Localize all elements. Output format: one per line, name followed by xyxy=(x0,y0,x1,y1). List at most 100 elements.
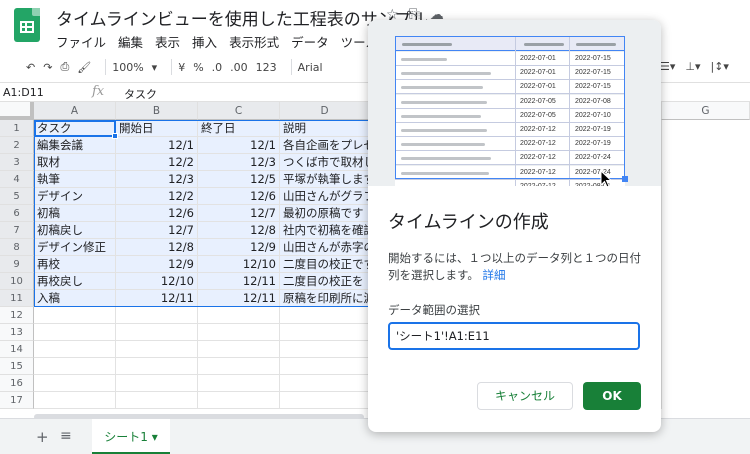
cell[interactable]: 山田さんが赤字の xyxy=(280,239,370,256)
cell[interactable] xyxy=(198,375,280,392)
cell[interactable] xyxy=(280,392,370,409)
menu-edit[interactable]: 編集 xyxy=(118,32,143,51)
cell[interactable]: デザイン修正 xyxy=(34,239,116,256)
row-header[interactable]: 7 xyxy=(0,222,34,239)
select-all-corner[interactable] xyxy=(0,102,34,120)
decrease-decimal-button[interactable]: .0 xyxy=(212,61,223,74)
cell[interactable]: 開始日 xyxy=(116,120,198,137)
cell[interactable] xyxy=(280,307,370,324)
currency-button[interactable]: ¥ xyxy=(178,61,185,74)
paint-format-icon[interactable]: 🖌 xyxy=(77,61,91,74)
cell[interactable]: 社内で初稿を確認 xyxy=(280,222,370,239)
cell[interactable] xyxy=(34,375,116,392)
ok-button[interactable]: OK xyxy=(583,382,641,410)
align-left-icon[interactable]: ☰▾ xyxy=(660,60,675,73)
cell[interactable]: 取材 xyxy=(34,154,116,171)
cell[interactable] xyxy=(280,375,370,392)
cell[interactable]: 12/3 xyxy=(198,154,280,171)
print-icon[interactable]: ⎙ xyxy=(60,60,69,74)
column-header-d[interactable]: D xyxy=(280,102,370,120)
cell[interactable]: 終了日 xyxy=(198,120,280,137)
cell[interactable]: 最初の原稿です xyxy=(280,205,370,222)
cell[interactable] xyxy=(116,324,198,341)
row-header[interactable]: 8 xyxy=(0,239,34,256)
more-formats-button[interactable]: 123 xyxy=(256,61,277,74)
row-header[interactable]: 16 xyxy=(0,375,34,392)
cell[interactable]: 説明 xyxy=(280,120,370,137)
cell[interactable]: 12/10 xyxy=(116,273,198,290)
sheets-logo-icon[interactable] xyxy=(14,8,40,42)
cell[interactable] xyxy=(198,392,280,409)
redo-icon[interactable]: ↷ xyxy=(43,61,52,74)
menu-insert[interactable]: 挿入 xyxy=(192,32,217,51)
cell[interactable]: デザイン xyxy=(34,188,116,205)
cell[interactable]: 12/8 xyxy=(116,239,198,256)
sheet-tab[interactable]: シート1 ▾ xyxy=(92,419,170,454)
cell[interactable] xyxy=(198,341,280,358)
cell[interactable] xyxy=(198,358,280,375)
cell[interactable] xyxy=(280,358,370,375)
row-header[interactable]: 17 xyxy=(0,392,34,409)
cell[interactable]: 12/7 xyxy=(116,222,198,239)
cell[interactable]: 12/1 xyxy=(198,137,280,154)
cell[interactable]: 編集会議 xyxy=(34,137,116,154)
row-header[interactable]: 11 xyxy=(0,290,34,307)
column-header-b[interactable]: B xyxy=(116,102,198,120)
font-select[interactable]: Arial xyxy=(298,61,323,74)
cell[interactable] xyxy=(34,324,116,341)
details-link[interactable]: 詳細 xyxy=(483,268,506,282)
cell[interactable] xyxy=(34,392,116,409)
row-header[interactable]: 15 xyxy=(0,358,34,375)
cell[interactable]: 二度目の校正です xyxy=(280,256,370,273)
add-sheet-icon[interactable]: + xyxy=(36,428,49,446)
row-header[interactable]: 2 xyxy=(0,137,34,154)
vertical-align-icon[interactable]: ⊥▾ xyxy=(685,60,700,73)
menu-format[interactable]: 表示形式 xyxy=(229,32,279,51)
row-header[interactable]: 12 xyxy=(0,307,34,324)
cell[interactable]: 12/11 xyxy=(116,290,198,307)
menu-view[interactable]: 表示 xyxy=(155,32,180,51)
cell[interactable] xyxy=(34,341,116,358)
column-header-a[interactable]: A xyxy=(34,102,116,120)
row-header[interactable]: 14 xyxy=(0,341,34,358)
cell[interactable]: 12/6 xyxy=(198,188,280,205)
cell[interactable] xyxy=(116,375,198,392)
formula-input[interactable]: タスク xyxy=(124,86,157,102)
cell[interactable] xyxy=(34,307,116,324)
fill-handle[interactable] xyxy=(112,133,118,139)
row-header[interactable]: 5 xyxy=(0,188,34,205)
cell[interactable]: つくば市で取材し xyxy=(280,154,370,171)
increase-decimal-button[interactable]: .00 xyxy=(230,61,248,74)
cell[interactable] xyxy=(280,341,370,358)
cell[interactable]: 執筆 xyxy=(34,171,116,188)
cell[interactable]: 12/6 xyxy=(116,205,198,222)
cell[interactable]: 山田さんがグラフ xyxy=(280,188,370,205)
cell[interactable]: タスク xyxy=(34,120,116,137)
cell[interactable] xyxy=(116,392,198,409)
cell[interactable] xyxy=(280,324,370,341)
zoom-select[interactable]: 100% xyxy=(112,61,143,74)
cell[interactable] xyxy=(198,307,280,324)
cell[interactable] xyxy=(116,307,198,324)
cell[interactable]: 12/3 xyxy=(116,171,198,188)
cell[interactable]: 12/10 xyxy=(198,256,280,273)
data-range-input[interactable]: 'シート1'!A1:E11 xyxy=(388,322,640,350)
cell[interactable]: 再校 xyxy=(34,256,116,273)
undo-icon[interactable]: ↶ xyxy=(26,61,35,74)
cell[interactable]: 12/7 xyxy=(198,205,280,222)
row-header[interactable]: 4 xyxy=(0,171,34,188)
row-header[interactable]: 1 xyxy=(0,120,34,137)
cell[interactable] xyxy=(34,358,116,375)
cell[interactable]: 12/1 xyxy=(116,137,198,154)
cell[interactable]: 原稿を印刷所に渡 xyxy=(280,290,370,307)
menu-file[interactable]: ファイル xyxy=(56,32,106,51)
cell[interactable]: 12/9 xyxy=(116,256,198,273)
cell[interactable] xyxy=(116,341,198,358)
cell[interactable]: 初稿 xyxy=(34,205,116,222)
menu-data[interactable]: データ xyxy=(291,32,329,51)
cell[interactable] xyxy=(116,358,198,375)
name-box[interactable]: A1:D11 xyxy=(3,86,81,99)
column-header-g[interactable]: G xyxy=(662,102,750,120)
cell[interactable]: 12/11 xyxy=(198,290,280,307)
cell[interactable]: 12/2 xyxy=(116,154,198,171)
